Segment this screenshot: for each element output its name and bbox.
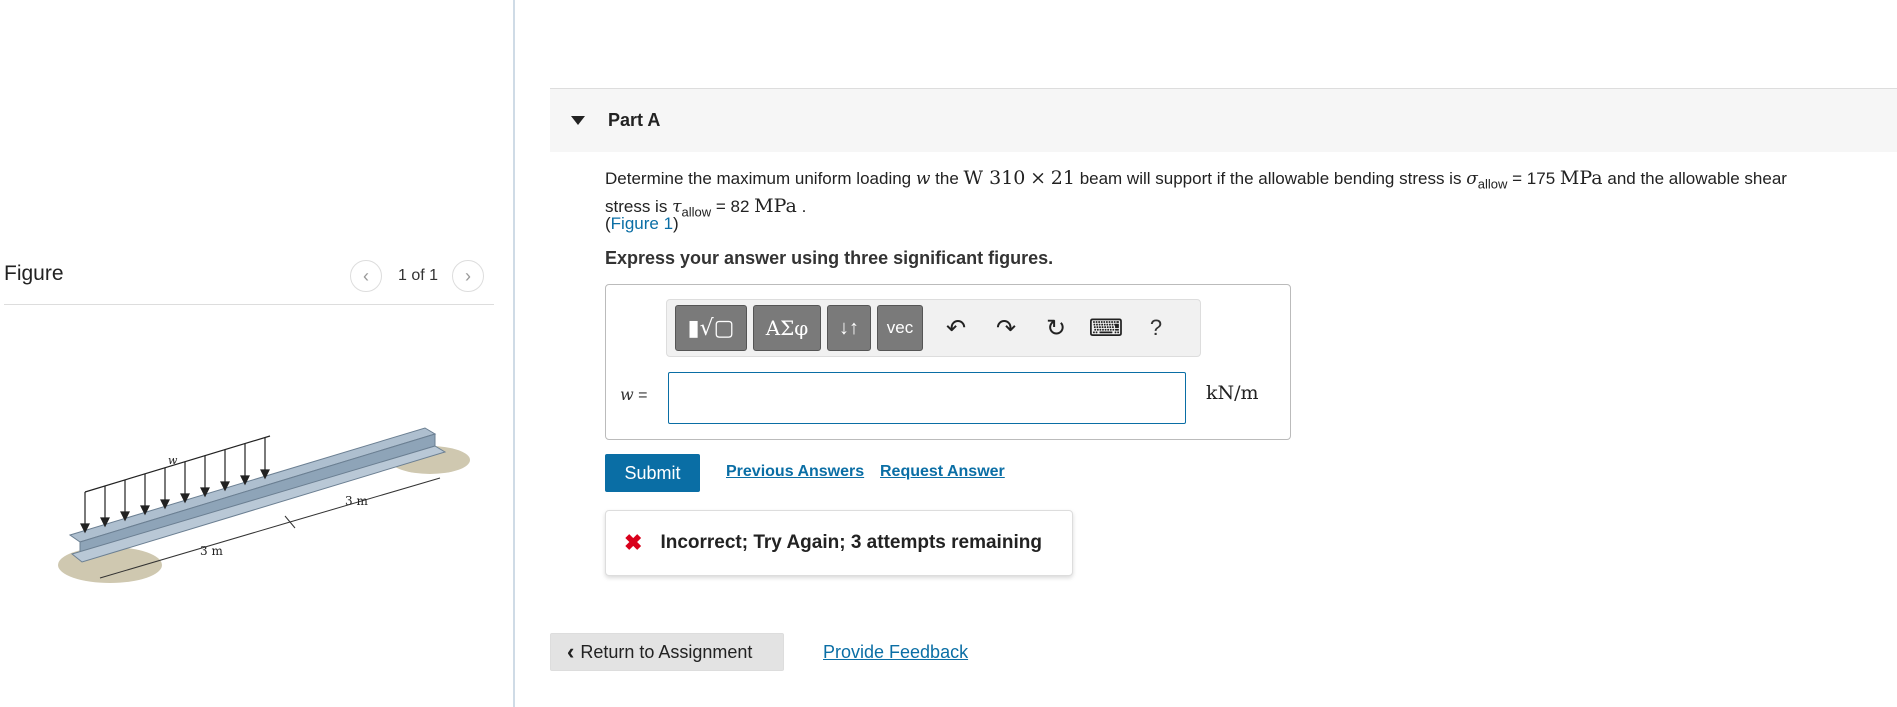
question-text-3: beam will support if the allowable bendi… [1079, 169, 1462, 188]
figure-title: Figure [4, 262, 64, 285]
return-label: Return to Assignment [580, 641, 753, 662]
figure-close-paren: ) [673, 214, 679, 233]
keyboard-icon[interactable]: ⌨ [1083, 305, 1129, 351]
divider [4, 304, 494, 305]
answer-equals: = [638, 387, 648, 404]
sigma-symbol: σ [1466, 169, 1478, 189]
vec-button[interactable]: vec [877, 305, 923, 351]
question-text-2: the [935, 169, 959, 188]
x-icon: ✖ [624, 530, 643, 555]
pane-divider[interactable] [513, 0, 515, 707]
chevron-right-icon[interactable]: › [452, 260, 485, 292]
answer-label: w = [620, 385, 648, 405]
answer-var: w [620, 385, 634, 404]
help-button[interactable]: ? [1133, 305, 1179, 351]
beam-number: 21 [1050, 167, 1075, 189]
answer-input[interactable] [668, 372, 1186, 424]
beam-designation: W 310 [963, 167, 1026, 189]
chevron-left-icon: ‹ [567, 639, 575, 664]
span-right-label: 3 m [345, 494, 368, 508]
template-button[interactable]: ▮√▢ [675, 305, 747, 351]
question-text-4: = 175 [1512, 169, 1556, 188]
load-label: w [168, 454, 178, 467]
mpa-unit: MPa [1559, 167, 1603, 189]
sigma-subscript: allow [1477, 176, 1508, 192]
previous-answers-link[interactable]: Previous Answers [726, 463, 864, 481]
question-text: Determine the maximum uniform loading w … [605, 167, 1895, 224]
mpa-unit-2: MPa [754, 195, 797, 218]
feedback-box: ✖ Incorrect; Try Again; 3 attempts remai… [605, 510, 1073, 576]
beam-figure[interactable]: w 3 m 3 m [40, 400, 480, 620]
figure-pane: Figure ‹ 1 of 1 › w 3 m 3 m [0, 0, 515, 707]
question-text-1: Determine the maximum uniform loading [605, 169, 912, 188]
times-symbol: × [1030, 167, 1047, 189]
submit-button[interactable]: Submit [605, 454, 700, 492]
answer-unit: kN/m [1206, 382, 1259, 404]
redo-icon[interactable]: ↷ [983, 305, 1029, 351]
instruction-text: Express your answer using three signific… [605, 248, 1054, 268]
answer-box: ▮√▢ ΑΣφ ↓↑ vec ↶ ↷ ↻ ⌨ ? w = kN/m [605, 284, 1291, 440]
figure-counter: 1 of 1 [398, 267, 439, 284]
part-title: Part A [608, 110, 661, 130]
tau-subscript: allow [681, 204, 712, 220]
provide-feedback-link[interactable]: Provide Feedback [823, 642, 968, 663]
figure-reference: (Figure 1) [605, 214, 679, 234]
math-toolbar: ▮√▢ ΑΣφ ↓↑ vec ↶ ↷ ↻ ⌨ ? [666, 299, 1201, 357]
var-w: w [915, 169, 931, 189]
figure-navigation: ‹ 1 of 1 › [350, 260, 485, 292]
request-answer-link[interactable]: Request Answer [880, 463, 1005, 481]
greek-button[interactable]: ΑΣφ [753, 305, 821, 351]
reset-icon[interactable]: ↻ [1033, 305, 1079, 351]
question-period: . [801, 197, 807, 217]
span-left-label: 3 m [200, 544, 223, 558]
return-to-assignment-button[interactable]: ‹ Return to Assignment [550, 633, 784, 671]
chevron-left-icon[interactable]: ‹ [350, 260, 382, 292]
feedback-message: Incorrect; Try Again; 3 attempts remaini… [660, 532, 1042, 553]
arrows-button[interactable]: ↓↑ [827, 305, 871, 351]
beam-bottom-flange [70, 445, 447, 563]
part-a-header[interactable]: Part A [550, 88, 1897, 152]
figure-link[interactable]: Figure 1 [611, 214, 673, 233]
caret-down-icon[interactable] [571, 116, 585, 125]
question-text-5: and the allowable shear [1607, 169, 1787, 188]
question-text-7: = 82 [715, 197, 750, 217]
undo-icon[interactable]: ↶ [933, 305, 979, 351]
